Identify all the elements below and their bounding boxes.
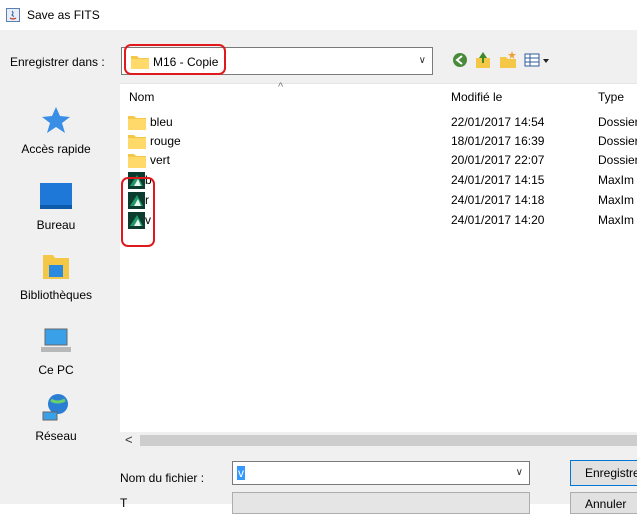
sidebar-item-desktop[interactable]: Bureau xyxy=(0,181,112,232)
folder-icon xyxy=(128,135,146,149)
save-dialog: Enregistrer dans : M16 - Copie ∨ Accès r… xyxy=(0,30,637,514)
scrollbar-thumb[interactable] xyxy=(140,435,637,446)
chevron-down-icon: ∨ xyxy=(418,55,426,66)
column-header-type[interactable]: Type xyxy=(598,90,624,104)
network-icon xyxy=(42,394,68,421)
filetype-dropdown[interactable] xyxy=(232,492,530,514)
horizontal-scrollbar[interactable]: < xyxy=(120,432,637,449)
sort-ascending-icon: ^ xyxy=(278,81,284,93)
list-item[interactable]: r 24/01/2017 14:18 MaxIm xyxy=(120,191,637,211)
cancel-button[interactable]: Annuler xyxy=(570,492,637,514)
filename-input[interactable]: v ∨ xyxy=(232,461,530,485)
libraries-icon xyxy=(43,255,69,279)
current-folder-name: M16 - Copie xyxy=(153,55,219,69)
view-menu-icon[interactable] xyxy=(523,50,553,70)
fits-file-icon xyxy=(128,192,145,209)
fits-file-icon xyxy=(128,172,145,189)
save-in-label: Enregistrer dans : xyxy=(10,55,105,69)
desktop-icon xyxy=(40,183,72,209)
fits-file-icon xyxy=(128,212,145,229)
column-header-modified[interactable]: Modifié le xyxy=(451,90,502,104)
up-folder-icon[interactable] xyxy=(473,50,493,70)
file-list[interactable]: Nom ^ Modifié le Type bleu 22/01/2017 14… xyxy=(120,81,637,444)
sidebar-item-libraries[interactable]: Bibliothèques xyxy=(0,251,112,302)
filetype-label: T xyxy=(120,496,128,510)
folder-icon xyxy=(128,154,146,168)
new-folder-icon[interactable] xyxy=(498,50,518,70)
chevron-down-icon: ∨ xyxy=(515,467,523,478)
back-icon[interactable] xyxy=(450,50,470,70)
window-title: Save as FITS xyxy=(27,8,100,22)
places-sidebar: Accès rapide Bureau Bibliothèques Ce PC xyxy=(0,83,112,443)
save-in-dropdown[interactable]: M16 - Copie ∨ xyxy=(121,47,433,75)
filename-value: v xyxy=(237,466,245,480)
list-item[interactable]: v 24/01/2017 14:20 MaxIm xyxy=(120,211,637,231)
save-button[interactable]: Enregistrer xyxy=(570,460,637,486)
list-item[interactable]: rouge 18/01/2017 16:39 Dossier xyxy=(120,132,637,152)
folder-icon xyxy=(131,56,149,69)
list-item[interactable]: bleu 22/01/2017 14:54 Dossier xyxy=(120,113,637,133)
list-item[interactable]: vert 20/01/2017 22:07 Dossier xyxy=(120,151,637,171)
computer-icon xyxy=(41,328,71,352)
filename-label: Nom du fichier : xyxy=(120,471,205,485)
java-app-icon xyxy=(6,8,20,22)
quick-access-star-icon xyxy=(42,107,70,133)
sidebar-item-this-pc[interactable]: Ce PC xyxy=(0,326,112,377)
scroll-left-icon[interactable]: < xyxy=(125,432,133,447)
list-item[interactable]: b 24/01/2017 14:15 MaxIm xyxy=(120,171,637,191)
title-bar: Save as FITS xyxy=(0,0,637,30)
column-header-name[interactable]: Nom xyxy=(129,90,154,104)
sidebar-item-network[interactable]: Réseau xyxy=(0,392,112,443)
sidebar-item-quick-access[interactable]: Accès rapide xyxy=(0,105,112,156)
folder-icon xyxy=(128,116,146,130)
